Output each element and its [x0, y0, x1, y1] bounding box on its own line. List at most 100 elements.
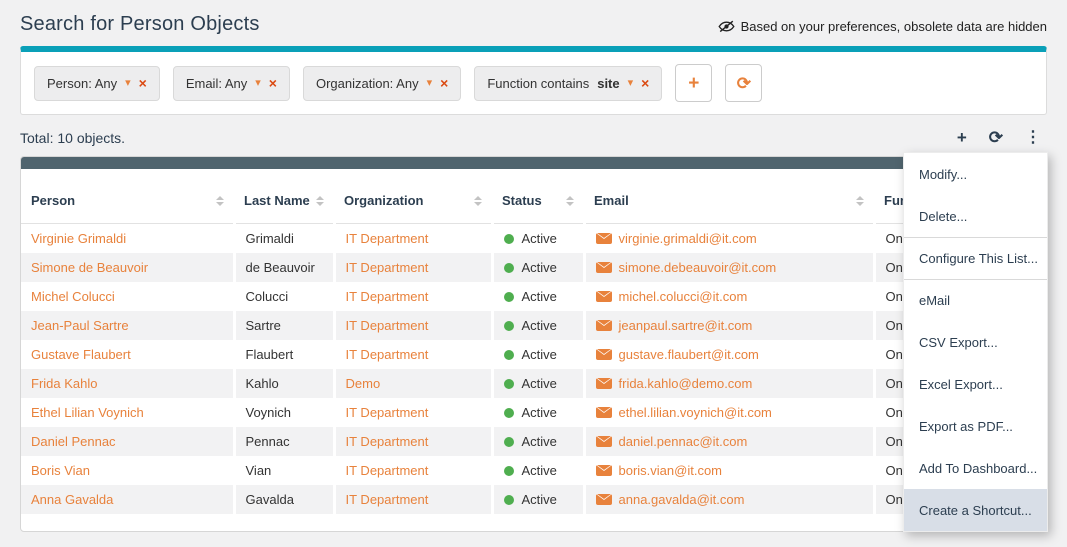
filter-pill[interactable]: Function contains site ▾ × [474, 66, 662, 101]
remove-filter-icon[interactable]: × [269, 76, 277, 90]
sort-icon[interactable] [856, 196, 864, 206]
organization-link[interactable]: IT Department [346, 260, 429, 275]
new-object-button[interactable]: + [951, 127, 973, 148]
column-header[interactable]: Organization [334, 169, 492, 224]
organization-link[interactable]: IT Department [346, 405, 429, 420]
table-row: Ethel Lilian Voynich Voynich IT Departme… [21, 398, 1046, 427]
column-header[interactable]: Email [584, 169, 874, 224]
column-header-label: Person [31, 193, 75, 208]
email-link[interactable]: daniel.pennac@it.com [619, 434, 748, 449]
organization-link[interactable]: IT Department [346, 347, 429, 362]
status-text: Active [522, 260, 557, 275]
organization-link[interactable]: IT Department [346, 318, 429, 333]
filter-pill[interactable]: Organization: Any ▾ × [303, 66, 461, 101]
table-row: Frida Kahlo Kahlo Demo Active frida.kahl… [21, 369, 1046, 398]
email-link[interactable]: simone.debeauvoir@it.com [619, 260, 777, 275]
person-link[interactable]: Virginie Grimaldi [31, 231, 126, 246]
obsolete-data-text: Based on your preferences, obsolete data… [741, 19, 1047, 34]
person-link[interactable]: Daniel Pennac [31, 434, 116, 449]
menu-item[interactable]: Configure This List... [904, 237, 1047, 279]
organization-link[interactable]: IT Department [346, 289, 429, 304]
menu-item[interactable]: Add To Dashboard... [904, 447, 1047, 489]
organization-link[interactable]: IT Department [346, 231, 429, 246]
status-active-dot [504, 263, 514, 273]
filter-pill-label: Person: Any [47, 76, 117, 91]
status-active-dot [504, 321, 514, 331]
filter-pill[interactable]: Email: Any ▾ × [173, 66, 290, 101]
menu-item-label: Excel Export... [919, 377, 1003, 392]
organization-link[interactable]: IT Department [346, 434, 429, 449]
status-text: Active [522, 492, 557, 507]
person-link[interactable]: Jean-Paul Sartre [31, 318, 129, 333]
last-name-text: Flaubert [246, 347, 294, 362]
person-link[interactable]: Frida Kahlo [31, 376, 97, 391]
email-envelope-icon [596, 233, 612, 244]
person-link[interactable]: Boris Vian [31, 463, 90, 478]
other-actions-menu-button[interactable]: ⋮ [1019, 127, 1047, 148]
table-top-bar [21, 157, 1046, 169]
menu-item[interactable]: Modify... [904, 153, 1047, 195]
refresh-list-button[interactable]: ⟳ [983, 127, 1009, 148]
chevron-down-icon[interactable]: ▾ [628, 78, 634, 89]
column-header-label: Organization [344, 193, 423, 208]
last-name-text: Grimaldi [246, 231, 294, 246]
column-header[interactable]: Last Name [234, 169, 334, 224]
table-row: Anna Gavalda Gavalda IT Department Activ… [21, 485, 1046, 514]
person-link[interactable]: Michel Colucci [31, 289, 115, 304]
email-envelope-icon [596, 320, 612, 331]
remove-filter-icon[interactable]: × [641, 76, 649, 90]
column-header-label: Email [594, 193, 629, 208]
chevron-down-icon[interactable]: ▾ [255, 78, 261, 89]
email-link[interactable]: virginie.grimaldi@it.com [619, 231, 757, 246]
person-link[interactable]: Gustave Flaubert [31, 347, 131, 362]
person-link[interactable]: Ethel Lilian Voynich [31, 405, 144, 420]
column-header-label: Status [502, 193, 542, 208]
filter-pill[interactable]: Person: Any ▾ × [34, 66, 160, 101]
list-toolbar: Total: 10 objects. + ⟳ ⋮ [20, 127, 1047, 148]
organization-link[interactable]: IT Department [346, 463, 429, 478]
menu-item[interactable]: Excel Export... [904, 363, 1047, 405]
last-name-text: Voynich [246, 405, 292, 420]
email-link[interactable]: ethel.lilian.voynich@it.com [619, 405, 772, 420]
sort-icon[interactable] [474, 196, 482, 206]
refresh-icon: ⟳ [989, 128, 1003, 147]
sort-icon[interactable] [566, 196, 574, 206]
add-criteria-button[interactable]: + [675, 64, 712, 102]
menu-item[interactable]: Create a Shortcut... [904, 489, 1047, 531]
email-link[interactable]: jeanpaul.sartre@it.com [619, 318, 753, 333]
menu-item[interactable]: Export as PDF... [904, 405, 1047, 447]
menu-item[interactable]: eMail [904, 279, 1047, 321]
menu-item[interactable]: Delete... [904, 195, 1047, 237]
email-link[interactable]: boris.vian@it.com [619, 463, 723, 478]
sort-icon[interactable] [216, 196, 224, 206]
menu-item[interactable]: CSV Export... [904, 321, 1047, 363]
email-link[interactable]: anna.gavalda@it.com [619, 492, 745, 507]
person-link[interactable]: Simone de Beauvoir [31, 260, 148, 275]
email-link[interactable]: gustave.flaubert@it.com [619, 347, 759, 362]
page-header: Search for Person Objects Based on your … [0, 0, 1067, 36]
status-text: Active [522, 434, 557, 449]
refresh-search-button[interactable]: ⟳ [725, 64, 762, 102]
remove-filter-icon[interactable]: × [440, 76, 448, 90]
status-text: Active [522, 289, 557, 304]
column-header[interactable]: Person [21, 169, 234, 224]
last-name-text: Kahlo [246, 376, 279, 391]
column-header[interactable]: Status [492, 169, 584, 224]
table-row: Daniel Pennac Pennac IT Department Activ… [21, 427, 1046, 456]
chevron-down-icon[interactable]: ▾ [125, 78, 131, 89]
email-link[interactable]: frida.kahlo@demo.com [619, 376, 753, 391]
sort-icon[interactable] [316, 196, 324, 206]
chevron-down-icon[interactable]: ▾ [427, 78, 433, 89]
last-name-text: Sartre [246, 318, 281, 333]
email-link[interactable]: michel.colucci@it.com [619, 289, 748, 304]
menu-item-label: Configure This List... [919, 251, 1038, 266]
organization-link[interactable]: IT Department [346, 492, 429, 507]
organization-link[interactable]: Demo [346, 376, 381, 391]
last-name-text: Pennac [246, 434, 290, 449]
email-envelope-icon [596, 494, 612, 505]
status-text: Active [522, 376, 557, 391]
remove-filter-icon[interactable]: × [139, 76, 147, 90]
menu-item-label: Delete... [919, 209, 967, 224]
person-link[interactable]: Anna Gavalda [31, 492, 113, 507]
table-row: Michel Colucci Colucci IT Department Act… [21, 282, 1046, 311]
